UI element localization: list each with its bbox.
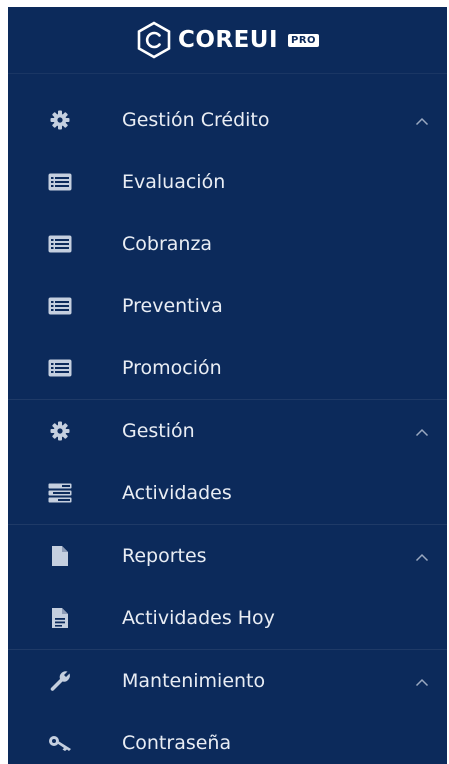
nav-item-contrasena[interactable]: Contraseña [8,712,447,764]
nav-item-preventiva[interactable]: Preventiva [8,275,447,337]
nav-item-actividades[interactable]: Actividades [8,462,447,524]
chevron-up-icon[interactable] [415,420,429,442]
nav-item-promocion[interactable]: Promoción [8,337,447,399]
brand-badge: PRO [288,33,320,47]
chevron-up-icon[interactable] [415,545,429,567]
list-icon [48,171,72,193]
nav-label: Promoción [122,357,222,379]
chevron-up-icon[interactable] [415,109,429,131]
nav-group-reportes[interactable]: Reportes [8,524,447,587]
file-text-icon [48,607,72,629]
wrench-icon [48,670,72,692]
sidebar: COREUI PRO Gestión Crédito Evaluación Co… [8,7,447,764]
gear-icon [48,109,72,131]
list-icon [48,233,72,255]
nav-group-gestion-credito[interactable]: Gestión Crédito [8,89,447,151]
nav-item-evaluacion[interactable]: Evaluación [8,151,447,213]
chevron-up-icon[interactable] [415,670,429,692]
nav-label: Gestión [122,420,195,442]
nav-group-mantenimiento[interactable]: Mantenimiento [8,649,447,712]
list-icon [48,357,72,379]
nav-group-gestion[interactable]: Gestión [8,399,447,462]
nav-label: Contraseña [122,732,232,754]
nav-label: Mantenimiento [122,670,266,692]
nav-item-cobranza[interactable]: Cobranza [8,213,447,275]
nav-item-actividades-hoy[interactable]: Actividades Hoy [8,587,447,649]
list-icon [48,295,72,317]
nav-label: Actividades [122,482,232,504]
gear-icon [48,420,72,442]
brand-name: COREUI [177,27,279,53]
nav-label: Preventiva [122,295,223,317]
brand[interactable]: COREUI PRO [8,7,447,74]
key-icon [48,732,72,754]
nav-label: Gestión Crédito [122,109,270,131]
nav-label: Reportes [122,545,207,567]
nav-label: Cobranza [122,233,213,255]
sidebar-nav: Gestión Crédito Evaluación Cobranza Prev… [8,89,447,764]
nav-label: Evaluación [122,171,226,193]
file-icon [48,545,72,567]
tasks-icon [48,482,72,504]
nav-label: Actividades Hoy [122,607,275,629]
coreui-logo-icon [137,21,171,59]
